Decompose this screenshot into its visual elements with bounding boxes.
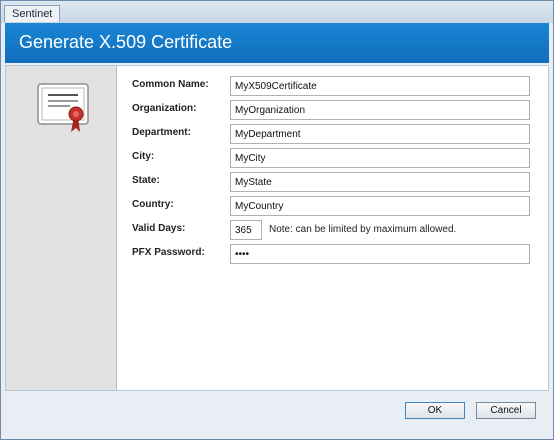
row-department: Department: <box>132 124 534 146</box>
city-label: City: <box>132 151 155 162</box>
organization-label: Organization: <box>132 103 197 114</box>
valid-days-field[interactable] <box>230 220 262 240</box>
valid-days-label: Valid Days: <box>132 223 186 234</box>
valid-days-note: Note: can be limited by maximum allowed. <box>269 224 457 235</box>
certificate-icon <box>37 83 89 132</box>
title-bar[interactable]: Sentinet <box>1 1 553 23</box>
dialog-header: Generate X.509 Certificate <box>5 23 549 63</box>
row-common-name: Common Name: <box>132 76 534 98</box>
city-field[interactable] <box>230 148 530 168</box>
state-field[interactable] <box>230 172 530 192</box>
row-pfx-password: PFX Password: <box>132 244 534 266</box>
side-panel <box>6 66 117 390</box>
dialog-title: Generate X.509 Certificate <box>19 32 233 52</box>
organization-field[interactable] <box>230 100 530 120</box>
row-state: State: <box>132 172 534 194</box>
row-city: City: <box>132 148 534 170</box>
common-name-label: Common Name: <box>132 79 209 90</box>
pfx-password-field[interactable] <box>230 244 530 264</box>
dialog-content: Common Name: Organization: Department: C… <box>5 65 549 391</box>
country-label: Country: <box>132 199 174 210</box>
department-label: Department: <box>132 127 191 138</box>
row-organization: Organization: <box>132 100 534 122</box>
common-name-field[interactable] <box>230 76 530 96</box>
row-valid-days: Valid Days: Note: can be limited by maxi… <box>132 220 534 242</box>
cancel-button[interactable]: Cancel <box>476 402 536 419</box>
pfx-password-label: PFX Password: <box>132 247 205 258</box>
department-field[interactable] <box>230 124 530 144</box>
dialog-footer: OK Cancel <box>5 393 549 435</box>
dialog-window: Sentinet Generate X.509 Certificate Comm… <box>0 0 554 440</box>
state-label: State: <box>132 175 160 186</box>
row-country: Country: <box>132 196 534 218</box>
ok-button[interactable]: OK <box>405 402 465 419</box>
country-field[interactable] <box>230 196 530 216</box>
window-tab: Sentinet <box>4 5 61 22</box>
